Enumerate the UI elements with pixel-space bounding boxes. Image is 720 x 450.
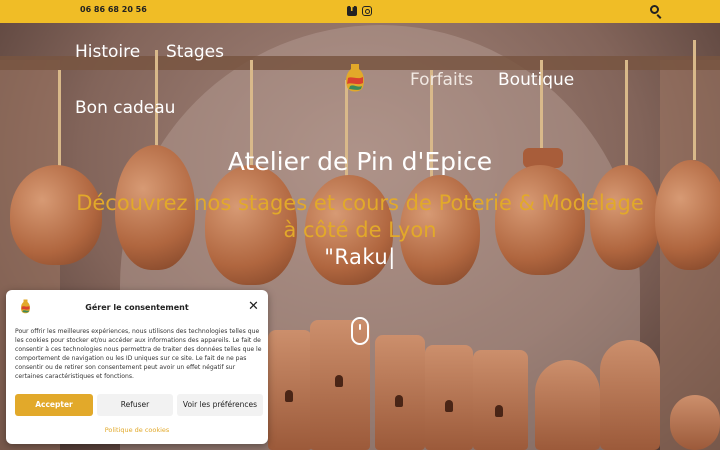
nav-forfaits[interactable]: Forfaits (410, 70, 473, 90)
pot-hole (285, 390, 293, 402)
logo-icon[interactable] (344, 62, 366, 96)
preferences-button[interactable]: Voir les préférences (177, 394, 263, 416)
nav-stages[interactable]: Stages (166, 42, 224, 62)
vase-pot (535, 360, 600, 450)
vase-pot (670, 395, 720, 450)
refuse-button[interactable]: Refuser (97, 394, 173, 416)
accept-button[interactable]: Accepter (15, 394, 93, 416)
cookie-policy-link[interactable]: Politique de cookies (6, 426, 268, 434)
typed-text: "Raku| (324, 245, 396, 269)
close-icon[interactable]: ✕ (248, 300, 259, 313)
top-bar: 06 86 68 20 56 (0, 0, 720, 23)
hero-title: Atelier de Pin d'Epice (227, 147, 493, 176)
pot-hole (335, 375, 343, 387)
consent-title: Gérer le consentement (85, 303, 189, 312)
scroll-mouse-icon[interactable] (351, 317, 369, 345)
lantern-pot (375, 335, 425, 450)
social-links (347, 4, 372, 16)
hero-subtitle: Découvrez nos stages et cours de Poterie… (40, 190, 680, 244)
cookie-consent-dialog: Gérer le consentement ✕ Pour offrir les … (6, 290, 268, 444)
hero-subtitle-line2: à côté de Lyon (283, 218, 437, 242)
consent-text: Pour offrir les meilleures expériences, … (15, 328, 262, 381)
search-icon[interactable] (650, 5, 659, 14)
rope (693, 40, 696, 160)
vase-pot (600, 340, 660, 450)
pot-hole (395, 395, 403, 407)
lantern-pot (425, 345, 473, 450)
facebook-square-icon[interactable] (347, 4, 357, 16)
instagram-icon[interactable] (362, 6, 372, 16)
nav-boutique[interactable]: Boutique (498, 70, 574, 90)
lantern-pot (473, 350, 528, 450)
nav-bon-cadeau[interactable]: Bon cadeau (75, 98, 175, 118)
pot-hole (445, 400, 453, 412)
nav-histoire[interactable]: Histoire (75, 42, 140, 62)
pot-hole (495, 405, 503, 417)
phone-number[interactable]: 06 86 68 20 56 (80, 5, 147, 14)
hero-subtitle-line1: Découvrez nos stages et cours de Poterie… (76, 191, 644, 215)
